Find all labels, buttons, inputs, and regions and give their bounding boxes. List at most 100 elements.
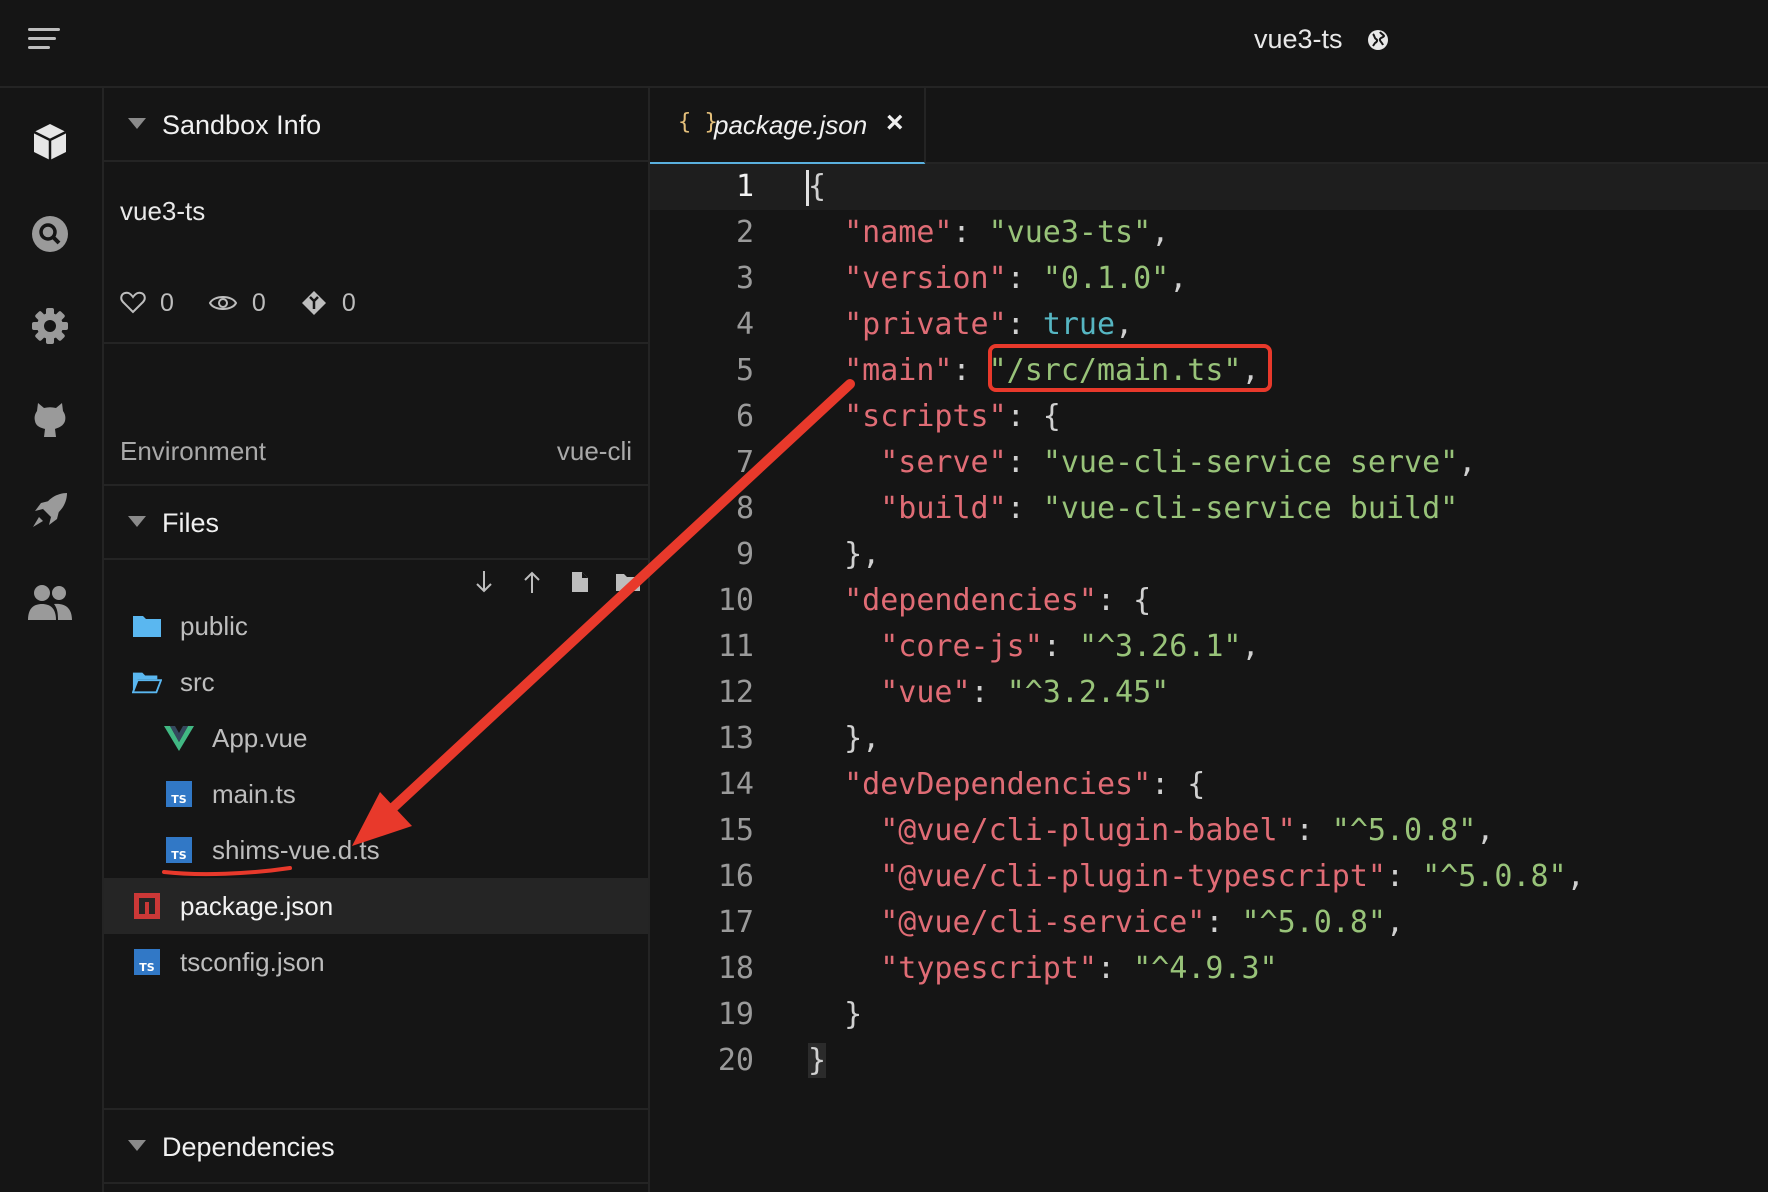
code-line[interactable]: 4 "private": true, [650,302,1768,348]
typescript-file-icon: TS [164,835,194,865]
code-token: "main" [844,353,953,388]
svg-text:TS: TS [139,961,155,974]
code-line[interactable]: 17 "@vue/cli-service": "^5.0.8", [650,900,1768,946]
collapse-triangle-icon [128,516,146,527]
code-line[interactable]: 14 "devDependencies": { [650,762,1768,808]
deploy-rocket-icon[interactable] [24,484,76,536]
code-line-text: "typescript": "^4.9.3" [808,946,1277,992]
menu-icon[interactable] [28,28,60,54]
code-token: , [1385,905,1405,940]
code-line-text: "@vue/cli-service": "^5.0.8", [808,900,1404,946]
code-line[interactable]: 10 "dependencies": { [650,578,1768,624]
code-token: , [1241,629,1260,664]
collapse-triangle-icon [128,1140,146,1151]
code-token: "version" [844,261,1007,296]
line-number: 9 [735,537,754,572]
line-number: 17 [717,905,754,940]
svg-text:TS: TS [171,849,187,862]
new-file-icon[interactable] [556,570,604,594]
editor-tab-strip: { } package.json × [650,88,1768,165]
settings-gear-icon[interactable] [24,300,76,352]
dependencies-section-header[interactable]: Dependencies [104,1108,648,1184]
code-line-text: "vue": "^3.2.45" [808,670,1169,716]
code-line[interactable]: 19 } [650,992,1768,1038]
code-token: , [1566,859,1585,894]
code-line[interactable]: 8 "build": "vue-cli-service build" [650,486,1768,532]
folder-icon [132,611,162,641]
vue-logo-icon [164,723,194,753]
globe-icon[interactable] [1366,28,1390,52]
file-tree-item-label: public [180,610,248,641]
download-icon[interactable] [460,569,508,595]
project-title[interactable]: vue3-ts [1254,24,1343,55]
tab-package-json[interactable]: { } package.json × [650,88,926,165]
sandbox-info-icon[interactable] [24,116,76,168]
sidebar: Sandbox Info vue3-ts 0 0 0 Environment v… [104,88,650,1192]
views-count: 0 [251,288,266,317]
code-token: "^3.26.1" [1078,629,1242,664]
views-stat: 0 [208,289,266,318]
file-tree-item-app-vue[interactable]: App.vue [104,710,648,766]
code-line[interactable]: 1{ [650,164,1768,210]
line-number: 15 [717,813,754,848]
code-line[interactable]: 11 "core-js": "^3.26.1", [650,624,1768,670]
code-line-text: }, [808,716,880,762]
file-tree-item-main-ts[interactable]: TS main.ts [104,766,648,822]
code-token: "^5.0.8" [1331,813,1477,848]
forks-stat[interactable]: 0 [300,289,356,318]
github-icon[interactable] [24,392,76,444]
file-tree-item-shims-vue-d-ts[interactable]: TS shims-vue.d.ts [104,822,648,878]
code-line[interactable]: 2 "name": "vue3-ts", [650,210,1768,256]
files-section-header[interactable]: Files [104,484,648,560]
code-token: : [952,215,989,250]
search-icon[interactable] [24,208,76,260]
line-number: 10 [717,583,754,618]
file-tree-item-src[interactable]: src [104,654,648,710]
files-heading: Files [162,508,220,538]
close-tab-icon[interactable]: × [886,106,904,140]
code-line-text: "core-js": "^3.26.1", [808,624,1260,670]
code-line-text: }, [808,532,880,578]
code-token: : [1006,307,1043,342]
file-tree-item-package-json[interactable]: package.json [104,878,648,934]
code-line[interactable]: 7 "serve": "vue-cli-service serve", [650,440,1768,486]
sandbox-info-section-header[interactable]: Sandbox Info [104,88,648,162]
code-line[interactable]: 6 "scripts": { [650,394,1768,440]
code-token: : [1097,951,1134,986]
live-collaboration-icon[interactable] [24,576,76,628]
line-number: 3 [735,261,754,296]
code-line-text: } [808,992,862,1038]
file-tree-item-public[interactable]: public [104,598,648,654]
new-folder-icon[interactable] [604,571,652,593]
code-line[interactable]: 9 }, [650,532,1768,578]
code-line[interactable]: 13 }, [650,716,1768,762]
likes-stat[interactable]: 0 [120,289,174,318]
code-token: "name" [844,215,953,250]
code-token: "vue" [880,675,971,710]
line-number: 1 [735,169,754,204]
code-line[interactable]: 3 "version": "0.1.0", [650,256,1768,302]
line-number: 4 [735,307,754,342]
code-line[interactable]: 18 "typescript": "^4.9.3" [650,946,1768,992]
file-tree-item-tsconfig-json[interactable]: TS tsconfig.json [104,934,648,990]
code-line[interactable]: 15 "@vue/cli-plugin-babel": "^5.0.8", [650,808,1768,854]
top-bar: vue3-ts [0,0,1768,88]
code-line[interactable]: 20} [650,1038,1768,1084]
code-token: : [952,353,989,388]
code-line-text: "@vue/cli-plugin-babel": "^5.0.8", [808,808,1494,854]
code-line[interactable]: 16 "@vue/cli-plugin-typescript": "^5.0.8… [650,854,1768,900]
code-token: : [1385,859,1423,894]
code-token: "devDependencies" [844,767,1152,802]
code-line-text: "@vue/cli-plugin-typescript": "^5.0.8", [808,854,1585,900]
file-tree-item-label: src [180,666,215,697]
code-token: "typescript" [880,951,1097,986]
code-editor: { } package.json × 1{2 "name": "vue3-ts"… [650,88,1768,1192]
code-line[interactable]: 12 "vue": "^3.2.45" [650,670,1768,716]
code-token: { [808,169,827,204]
line-number: 13 [717,721,754,756]
forks-count: 0 [341,288,356,317]
upload-icon[interactable] [508,569,556,595]
